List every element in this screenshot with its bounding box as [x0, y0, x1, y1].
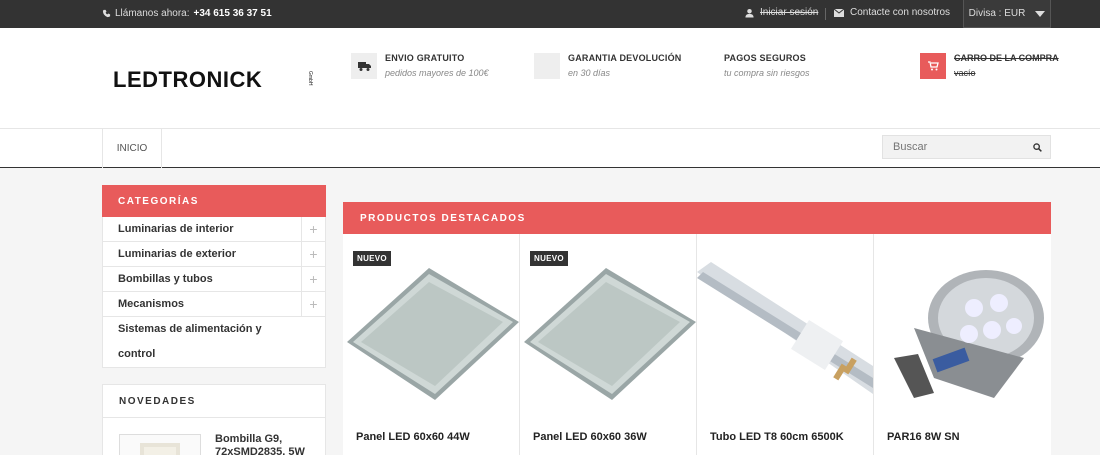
categories-title: CATEGORÍAS — [102, 185, 326, 217]
product-card[interactable]: NUEVO Panel LED 60x60 44W — [343, 234, 520, 455]
plus-icon[interactable]: + — [301, 242, 325, 266]
user-icon — [745, 8, 754, 17]
divider — [825, 8, 826, 20]
currency-label: Divisa : EUR — [968, 8, 1026, 19]
new-badge: NUEVO — [353, 251, 391, 266]
contact-link[interactable]: Contacte con nosotros — [834, 7, 950, 18]
category-list: Luminarias de interior + Luminarias de e… — [102, 217, 326, 368]
currency-selector[interactable]: Divisa : EUR — [963, 0, 1051, 28]
category-label[interactable]: Sistemas de alimentación y control — [118, 317, 295, 367]
phone-label: Llámanos ahora: — [115, 8, 190, 19]
search-icon[interactable] — [1033, 142, 1042, 152]
login-label[interactable]: Iniciar sesión — [760, 7, 818, 18]
phone-icon — [102, 9, 111, 18]
main-nav: INICIO — [0, 128, 1100, 168]
shopping-cart[interactable]: CARRO DE LA COMPRA vacío — [920, 53, 1059, 79]
product-image[interactable] — [697, 258, 873, 408]
feature-subtitle: pedidos mayores de 100€ — [385, 68, 489, 78]
product-card[interactable]: Tubo LED T8 60cm 6500K — [697, 234, 874, 455]
product-card[interactable]: NUEVO Panel LED 60x60 36W — [520, 234, 697, 455]
cart-icon — [920, 53, 946, 79]
product-thumbnail[interactable] — [119, 434, 201, 455]
category-label[interactable]: Luminarias de exterior — [118, 248, 236, 260]
novedades-list: Bombilla G9, 72xSMD2835, 5W — [102, 418, 326, 455]
product-image[interactable] — [343, 258, 519, 408]
category-label[interactable]: Mecanismos — [118, 298, 184, 310]
svg-text:GmbH: GmbH — [307, 71, 313, 86]
category-item[interactable]: Luminarias de exterior + — [103, 242, 325, 267]
phone-number[interactable]: +34 615 36 37 51 — [194, 8, 272, 19]
plus-icon[interactable]: + — [301, 292, 325, 316]
novedad-product-name[interactable]: Bombilla G9, 72xSMD2835, 5W — [215, 433, 315, 455]
contact-label[interactable]: Contacte con nosotros — [850, 7, 950, 18]
category-label[interactable]: Bombillas y tubos — [118, 273, 213, 285]
product-name[interactable]: Tubo LED T8 60cm 6500K — [710, 431, 844, 443]
new-badge: NUEVO — [530, 251, 568, 266]
return-icon — [534, 53, 560, 79]
feature-free-shipping: ENVIO GRATUITO pedidos mayores de 100€ — [351, 53, 489, 79]
feature-title: ENVIO GRATUITO — [385, 53, 465, 63]
truck-icon — [351, 53, 377, 79]
featured-title: PRODUCTOS DESTACADOS — [343, 202, 1051, 234]
product-name[interactable]: Panel LED 60x60 44W — [356, 431, 470, 443]
nav-home[interactable]: INICIO — [102, 128, 162, 168]
product-name[interactable]: Panel LED 60x60 36W — [533, 431, 647, 443]
product-image[interactable] — [874, 258, 1050, 408]
feature-secure-payment: PAGOS SEGUROS tu compra sin riesgos — [716, 53, 810, 78]
category-item[interactable]: Sistemas de alimentación y control — [103, 317, 325, 367]
cart-status: vacío — [954, 68, 976, 78]
search-input[interactable] — [893, 141, 1013, 153]
category-item[interactable]: Luminarias de interior + — [103, 217, 325, 242]
category-item[interactable]: Bombillas y tubos + — [103, 267, 325, 292]
envelope-icon — [834, 8, 844, 17]
feature-return-guarantee: GARANTIA DEVOLUCIÓN en 30 días — [534, 53, 681, 79]
feature-title: PAGOS SEGUROS — [724, 53, 806, 63]
phone-info: Llámanos ahora: +34 615 36 37 51 — [102, 8, 272, 19]
category-label[interactable]: Luminarias de interior — [118, 223, 234, 235]
product-name[interactable]: PAR16 8W SN — [887, 431, 960, 443]
cart-title[interactable]: CARRO DE LA COMPRA — [954, 53, 1059, 63]
top-bar: Llámanos ahora: +34 615 36 37 51 Iniciar… — [0, 0, 1100, 28]
login-link[interactable]: Iniciar sesión — [745, 7, 818, 18]
site-header: LEDTRONICK GmbH ENVIO GRATUITO pedidos m… — [0, 28, 1100, 128]
novedades-title: NOVEDADES — [102, 384, 326, 418]
plus-icon[interactable]: + — [301, 217, 325, 241]
product-grid: NUEVO Panel LED 60x60 44W NUEVO Panel LE… — [343, 234, 1051, 455]
product-image[interactable] — [520, 258, 696, 408]
feature-subtitle: en 30 días — [568, 68, 611, 78]
category-item[interactable]: Mecanismos + — [103, 292, 325, 317]
svg-text:LEDTRONICK: LEDTRONICK — [113, 68, 262, 90]
chevron-down-icon — [1035, 10, 1046, 17]
plus-icon[interactable]: + — [301, 267, 325, 291]
feature-subtitle: tu compra sin riesgos — [724, 68, 810, 78]
search-box — [882, 135, 1051, 159]
feature-title: GARANTIA DEVOLUCIÓN — [568, 53, 682, 63]
product-card[interactable]: PAR16 8W SN — [874, 234, 1051, 455]
logo[interactable]: LEDTRONICK GmbH — [113, 68, 313, 90]
